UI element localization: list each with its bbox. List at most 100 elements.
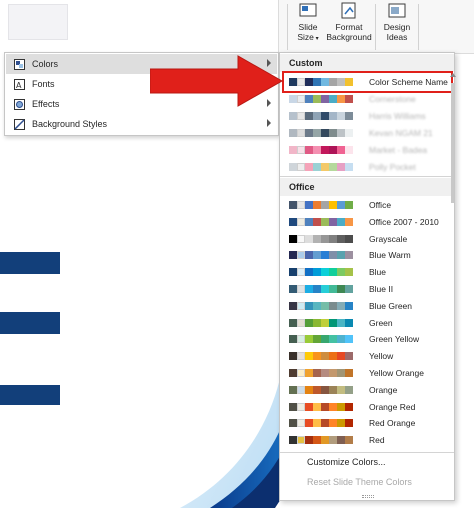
color-scheme-name: Yellow Orange [369,368,424,378]
color-swatch [289,78,297,86]
color-swatch [305,217,313,226]
color-scheme-item[interactable]: Orange [285,382,450,398]
color-swatch-strip [289,436,363,445]
color-swatch [345,95,353,103]
color-swatch [329,251,337,260]
color-swatch [289,385,297,394]
color-swatch [313,129,321,137]
color-swatch [329,402,337,411]
scroll-thumb[interactable] [451,83,454,203]
color-swatch [289,318,297,327]
color-scheme-item[interactable]: Yellow [285,348,450,364]
color-swatch [345,217,353,226]
color-scheme-item[interactable]: Green [285,315,450,331]
color-swatch [337,369,345,377]
ribbon-separator [375,4,376,50]
color-scheme-item[interactable]: Harris Williams [285,108,450,124]
color-swatch [337,95,345,103]
menu-item-background-styles[interactable]: Background Styles [6,114,277,134]
color-swatch [321,436,329,445]
color-swatch [305,78,313,86]
custom-section-header: Custom [280,54,454,72]
color-swatch [289,146,297,154]
color-scheme-name: Green [369,317,393,328]
color-scheme-item[interactable]: Kevan NGAM 21 [285,125,450,141]
color-scheme-item[interactable]: Red Orange [285,415,450,431]
color-scheme-item[interactable]: Blue II [285,281,450,297]
color-swatch [337,217,345,226]
color-swatch [313,335,321,344]
color-scheme-item[interactable]: Color Scheme Name [282,71,453,93]
resize-grip-icon[interactable] [362,495,374,498]
color-scheme-name: Office 2007 - 2010 [369,216,439,227]
design-ideas-label-1: Design [383,22,411,32]
color-swatch [305,251,313,260]
color-scheme-name: Polly Pocket [369,162,416,172]
color-scheme-item[interactable]: Green Yellow [285,331,450,347]
ribbon-separator [418,4,419,50]
svg-text:A: A [16,81,22,90]
format-background-icon [341,2,356,19]
color-scheme-item[interactable]: Blue [285,264,450,280]
color-swatch [305,335,313,344]
color-swatch-strip [289,217,363,226]
color-swatch-strip [289,318,363,327]
color-scheme-item[interactable]: Polly Pocket [285,159,450,175]
color-swatch-strip [289,201,363,209]
format-background-button[interactable]: Format Background [326,2,372,42]
color-swatch [337,146,345,154]
color-scheme-item[interactable]: Orange Red [285,399,450,415]
color-swatch [337,234,345,243]
color-scheme-name: Green Yellow [369,334,420,345]
color-scheme-item[interactable]: Market - Badea [285,142,450,158]
design-ideas-button[interactable]: Design Ideas [380,2,414,42]
color-scheme-item[interactable]: Office 2007 - 2010 [285,214,450,230]
color-swatch [313,217,321,226]
color-swatch [345,335,353,344]
slide-size-label-1: Slide [298,22,318,32]
color-scheme-item[interactable]: Office [285,197,450,213]
slide-size-label-2: Size [297,32,314,42]
color-scheme-name: Blue Warm [369,250,411,261]
color-swatch [289,335,297,344]
color-scheme-item[interactable]: Blue Warm [285,247,450,263]
color-scheme-item[interactable]: Grayscale [285,231,450,247]
color-scheme-item[interactable]: Cornerstone [285,91,450,107]
color-scheme-name: Office [369,200,392,210]
color-swatch [289,402,297,411]
color-scheme-item[interactable]: Yellow Orange [285,365,450,381]
colors-icon [14,58,25,70]
slide-thumbnail[interactable] [8,4,68,40]
color-scheme-name: Orange [369,384,398,395]
color-swatch [329,352,337,361]
color-swatch [313,163,321,171]
color-scheme-item[interactable]: Red [285,432,450,448]
color-swatch [289,95,297,103]
color-swatch [321,352,329,361]
color-swatch [321,251,329,260]
color-swatch [313,419,321,428]
reset-slide-theme-colors-link[interactable]: Reset Slide Theme Colors [307,477,412,487]
color-swatch [289,129,297,137]
flyout-scrollbar[interactable] [450,71,456,463]
color-swatch [297,268,305,277]
color-swatch [329,419,337,428]
color-scheme-item[interactable]: Blue Green [285,298,450,314]
color-swatch [313,201,321,209]
menu-item-label: Fonts [32,79,55,89]
red-arrow-annotation [150,55,284,107]
color-swatch [305,285,313,293]
scroll-up-icon[interactable] [450,73,456,77]
menu-item-label: Colors [32,59,59,69]
slide-size-button[interactable]: Slide Size ▾ [293,2,323,44]
color-swatch [313,385,321,394]
color-swatch [297,217,305,226]
color-swatch [345,251,353,260]
color-swatch [337,402,345,411]
color-swatch [329,335,337,344]
color-swatch [329,78,337,86]
customize-colors-link[interactable]: Customize Colors... [307,457,386,467]
color-swatch [321,78,329,86]
color-swatch [345,201,353,209]
color-swatch [297,129,305,137]
